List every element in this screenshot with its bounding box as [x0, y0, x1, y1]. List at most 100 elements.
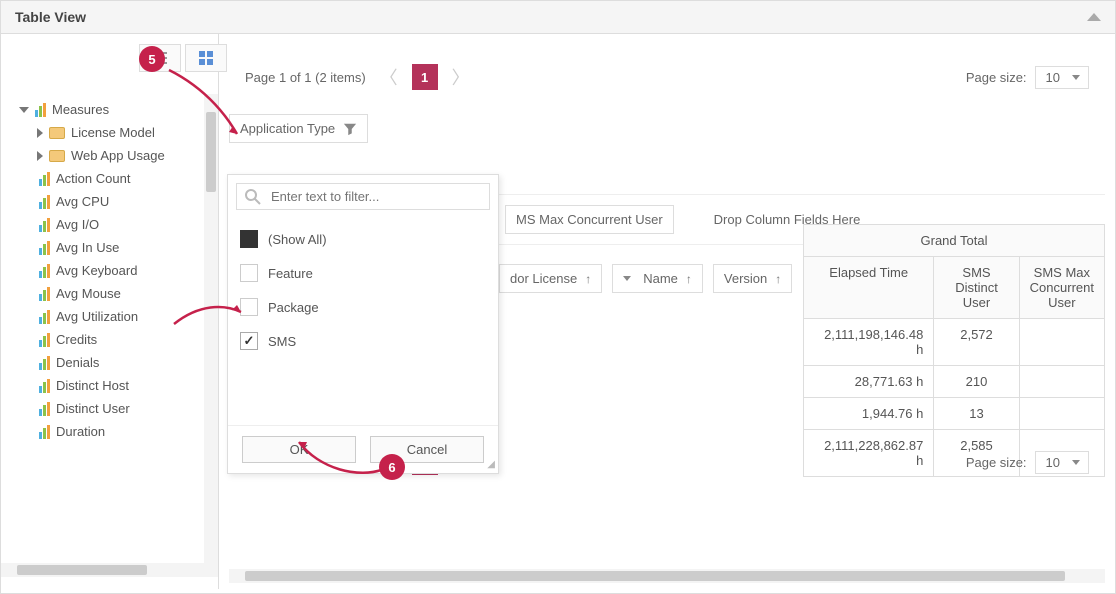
filter-search-input[interactable]: [236, 183, 490, 210]
search-icon: [245, 189, 261, 205]
checkbox-indeterminate-icon[interactable]: [240, 230, 258, 248]
expand-icon[interactable]: [19, 107, 29, 113]
sort-asc-icon[interactable]: [686, 272, 692, 286]
tree-measure[interactable]: Avg Keyboard: [11, 259, 212, 282]
cell: [1020, 398, 1104, 429]
tree-measure[interactable]: Duration: [11, 420, 212, 443]
expand-icon[interactable]: [37, 128, 43, 138]
chart-icon: [39, 287, 50, 301]
sidebar-v-scrollbar[interactable]: [204, 94, 218, 563]
tree-measure[interactable]: Avg Mouse: [11, 282, 212, 305]
chevron-down-icon[interactable]: [623, 276, 631, 281]
tree-folder[interactable]: License Model: [11, 121, 212, 144]
row-field-name[interactable]: Name: [612, 264, 703, 293]
tree-measure[interactable]: Action Count: [11, 167, 212, 190]
filter-field-application-type[interactable]: Application Type: [229, 114, 368, 143]
chart-icon: [39, 402, 50, 416]
page-size-value: 10: [1046, 455, 1060, 470]
cell: [1020, 366, 1104, 397]
cell: 2,111,198,146.48 h: [804, 319, 934, 365]
chart-icon: [39, 356, 50, 370]
column-field-partial[interactable]: MS Max Concurrent User: [505, 205, 674, 234]
page-size-value: 10: [1046, 70, 1060, 85]
tree-root-measures[interactable]: Measures: [11, 98, 212, 121]
tree-label: License Model: [71, 125, 155, 140]
tree-folder[interactable]: Web App Usage: [11, 144, 212, 167]
tree-measure[interactable]: Avg CPU: [11, 190, 212, 213]
col-header[interactable]: Elapsed Time: [804, 257, 934, 318]
chart-icon: [39, 172, 50, 186]
chip-label: Application Type: [240, 121, 335, 136]
tree-measure[interactable]: Avg I/O: [11, 213, 212, 236]
pivot-area: Page 1 of 1 (2 items) 〈 1 〉 Page size: 1…: [219, 34, 1115, 589]
pager-prev-icon[interactable]: 〈: [376, 64, 402, 90]
filter-search-text[interactable]: [269, 188, 481, 205]
tree-label: Avg Utilization: [56, 309, 138, 324]
checkbox-empty-icon[interactable]: [240, 298, 258, 316]
collapse-icon[interactable]: [1087, 13, 1101, 21]
panel-title: Table View: [15, 9, 86, 25]
sort-asc-icon[interactable]: [585, 272, 591, 286]
chart-icon: [39, 195, 50, 209]
tree-label: Web App Usage: [71, 148, 165, 163]
page-size-label: Page size:: [966, 70, 1027, 85]
option-label: SMS: [268, 334, 296, 349]
filter-option[interactable]: Feature: [240, 256, 486, 290]
tree-label: Avg I/O: [56, 217, 99, 232]
chart-icon: [39, 218, 50, 232]
cell: [1020, 319, 1104, 365]
tree-label: Credits: [56, 332, 97, 347]
cell: 28,771.63 h: [804, 366, 934, 397]
checkbox-empty-icon[interactable]: [240, 264, 258, 282]
filter-dropdown-popup: (Show All) Feature Package SMS: [227, 174, 499, 474]
pager-info: Page 1 of 1 (2 items): [245, 70, 366, 85]
panel-header: Table View: [1, 1, 1115, 34]
callout-badge-6: 6: [379, 454, 405, 480]
ok-button[interactable]: OK: [242, 436, 356, 463]
filter-icon[interactable]: [343, 122, 357, 136]
tree-label: Avg In Use: [56, 240, 119, 255]
filter-option-sms[interactable]: SMS: [240, 324, 486, 358]
cell: 13: [934, 398, 1019, 429]
chart-icon: [39, 310, 50, 324]
tree-label: Distinct Host: [56, 378, 129, 393]
tree-measure[interactable]: Credits: [11, 328, 212, 351]
cell: 2,572: [934, 319, 1019, 365]
tree-label: Avg Keyboard: [56, 263, 137, 278]
pager-next-icon[interactable]: 〉: [448, 64, 474, 90]
tree-measure[interactable]: Avg Utilization: [11, 305, 212, 328]
pivot-h-scrollbar[interactable]: [229, 569, 1105, 583]
chip-label: Name: [643, 271, 678, 286]
tree-label: Duration: [56, 424, 105, 439]
resize-grip-icon[interactable]: ◢: [487, 459, 495, 470]
view-tab-grid[interactable]: [185, 44, 227, 72]
tree-label: Avg Mouse: [56, 286, 121, 301]
tree-label: Distinct User: [56, 401, 130, 416]
checkbox-checked-icon[interactable]: [240, 332, 258, 350]
option-label: Feature: [268, 266, 313, 281]
table-row: 1,944.76 h 13: [804, 398, 1104, 430]
chip-label: Version: [724, 271, 767, 286]
chart-icon: [39, 425, 50, 439]
folder-icon: [49, 150, 65, 162]
tree-measure[interactable]: Denials: [11, 351, 212, 374]
row-field-partial[interactable]: dor License: [499, 264, 602, 293]
page-size-select[interactable]: 10: [1035, 451, 1089, 474]
page-number-current[interactable]: 1: [412, 64, 438, 90]
chevron-down-icon: [1072, 460, 1080, 465]
filter-option[interactable]: Package: [240, 290, 486, 324]
col-header[interactable]: SMS Max Concurrent User: [1020, 257, 1104, 318]
page-size-select[interactable]: 10: [1035, 66, 1089, 89]
row-field-version[interactable]: Version: [713, 264, 792, 293]
option-label: Package: [268, 300, 319, 315]
chip-label: dor License: [510, 271, 577, 286]
expand-icon[interactable]: [37, 151, 43, 161]
tree-measure[interactable]: Distinct Host: [11, 374, 212, 397]
sort-asc-icon[interactable]: [775, 272, 781, 286]
tree-measure[interactable]: Distinct User: [11, 397, 212, 420]
sidebar-h-scrollbar[interactable]: [1, 563, 218, 577]
tree-label: Measures: [52, 102, 109, 117]
tree-measure[interactable]: Avg In Use: [11, 236, 212, 259]
col-header[interactable]: SMS Distinct User: [934, 257, 1019, 318]
filter-option-show-all[interactable]: (Show All): [240, 222, 486, 256]
